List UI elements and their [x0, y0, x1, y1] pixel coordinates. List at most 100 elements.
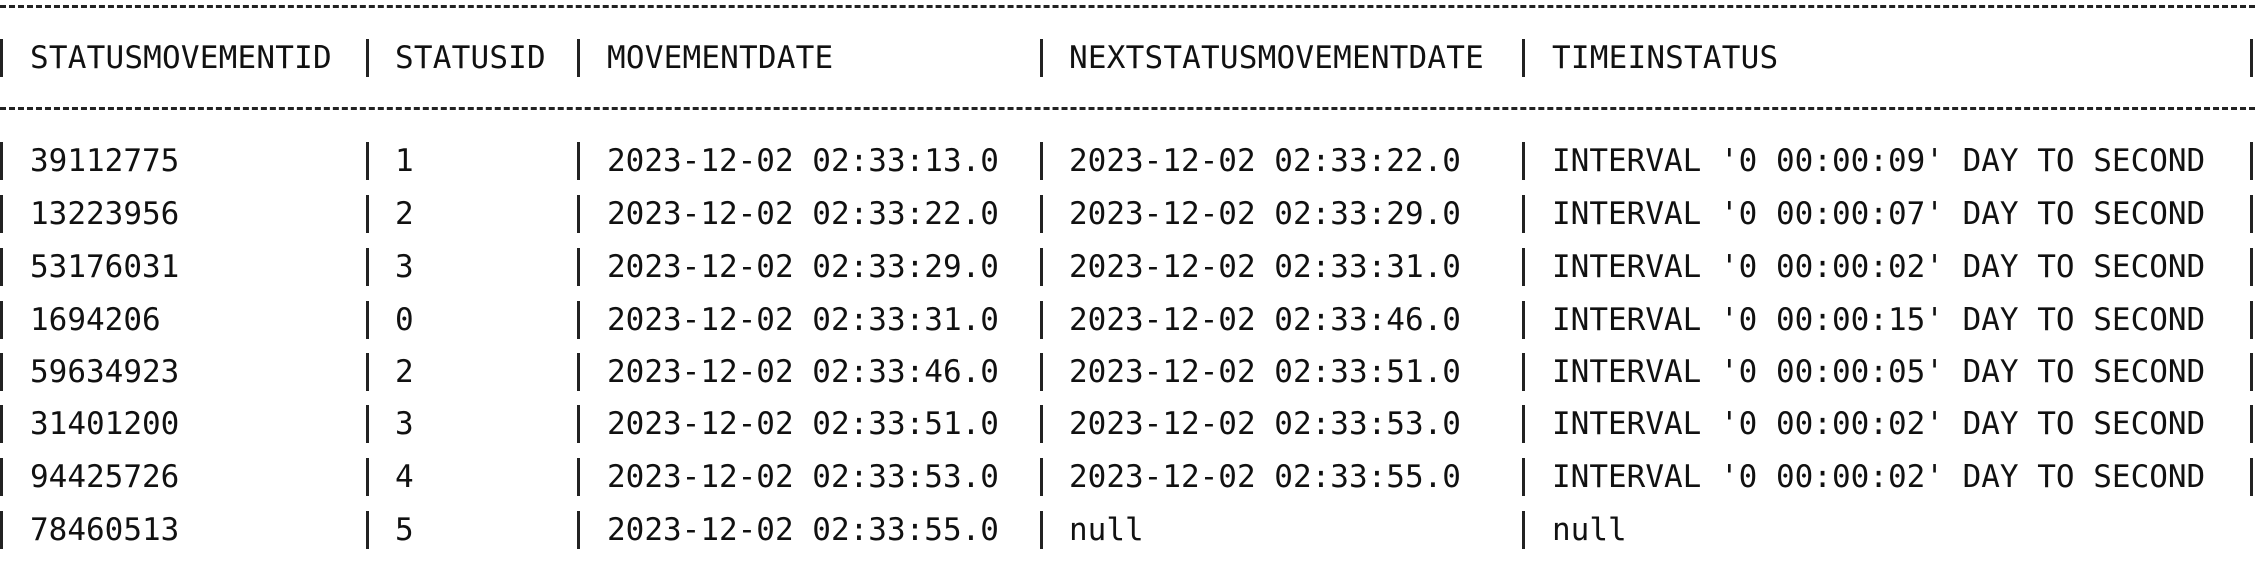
column-separator [1040, 353, 1043, 391]
table-row: 13223956 2 2023-12-02 02:33:22.0 2023-12… [0, 188, 2255, 240]
cell-movementdate: 2023-12-02 02:33:51.0 [607, 406, 999, 442]
cell-movementdate: 2023-12-02 02:33:29.0 [607, 249, 999, 285]
column-separator [577, 511, 580, 549]
column-separator [0, 458, 3, 496]
column-separator [366, 142, 369, 180]
column-separator [1522, 405, 1525, 443]
cell-statusid: 0 [395, 302, 414, 338]
cell-statusid: 1 [395, 143, 414, 179]
column-separator [1522, 301, 1525, 339]
column-separator [1522, 511, 1525, 549]
column-separator [1040, 405, 1043, 443]
column-separator [577, 458, 580, 496]
column-separator [577, 195, 580, 233]
cell-movementdate: 2023-12-02 02:33:22.0 [607, 196, 999, 232]
top-dashed-rule [0, 5, 2255, 8]
column-separator [0, 301, 3, 339]
cell-nextstatusmovementdate: 2023-12-02 02:33:29.0 [1069, 196, 1461, 232]
table-row: 94425726 4 2023-12-02 02:33:53.0 2023-12… [0, 451, 2255, 503]
column-separator [577, 353, 580, 391]
column-separator [1522, 248, 1525, 286]
column-separator [1040, 301, 1043, 339]
column-separator [2250, 248, 2253, 286]
cell-timeinstatus: INTERVAL '0 00:00:07' DAY TO SECOND [1552, 196, 2206, 232]
column-separator [366, 39, 369, 77]
cell-timeinstatus: INTERVAL '0 00:00:05' DAY TO SECOND [1552, 354, 2206, 390]
cell-timeinstatus: INTERVAL '0 00:00:02' DAY TO SECOND [1552, 459, 2206, 495]
column-separator [577, 142, 580, 180]
column-separator [577, 301, 580, 339]
column-separator [1522, 195, 1525, 233]
cell-nextstatusmovementdate: 2023-12-02 02:33:53.0 [1069, 406, 1461, 442]
column-separator [2250, 142, 2253, 180]
cell-movementdate: 2023-12-02 02:33:31.0 [607, 302, 999, 338]
cell-statusmovementid: 31401200 [30, 406, 180, 442]
cell-nextstatusmovementdate: 2023-12-02 02:33:51.0 [1069, 354, 1461, 390]
column-separator [0, 405, 3, 443]
column-separator [2250, 39, 2253, 77]
cell-statusid: 5 [395, 512, 414, 548]
column-separator [1040, 142, 1043, 180]
table-row: 53176031 3 2023-12-02 02:33:29.0 2023-12… [0, 241, 2255, 293]
column-separator [366, 458, 369, 496]
column-separator [0, 39, 3, 77]
cell-movementdate: 2023-12-02 02:33:46.0 [607, 354, 999, 390]
table-row: 39112775 1 2023-12-02 02:33:13.0 2023-12… [0, 135, 2255, 187]
cell-statusid: 3 [395, 406, 414, 442]
column-separator [1522, 39, 1525, 77]
cell-statusmovementid: 94425726 [30, 459, 180, 495]
cell-statusid: 2 [395, 354, 414, 390]
table-row: 1694206 0 2023-12-02 02:33:31.0 2023-12-… [0, 294, 2255, 346]
column-separator [366, 248, 369, 286]
header-statusid: STATUSID [395, 40, 546, 76]
column-separator [1522, 458, 1525, 496]
column-separator [366, 353, 369, 391]
cell-statusid: 4 [395, 459, 414, 495]
cell-timeinstatus: INTERVAL '0 00:00:02' DAY TO SECOND [1552, 249, 2206, 285]
column-separator [0, 511, 3, 549]
column-separator [366, 405, 369, 443]
cell-timeinstatus: INTERVAL '0 00:00:02' DAY TO SECOND [1552, 406, 2206, 442]
cell-timeinstatus: null [1552, 512, 1627, 548]
cell-timeinstatus: INTERVAL '0 00:00:15' DAY TO SECOND [1552, 302, 2206, 338]
column-separator [2250, 458, 2253, 496]
column-separator [577, 405, 580, 443]
cell-nextstatusmovementdate: 2023-12-02 02:33:22.0 [1069, 143, 1461, 179]
column-separator [1522, 353, 1525, 391]
cell-statusmovementid: 1694206 [30, 302, 161, 338]
table-row: 78460513 5 2023-12-02 02:33:55.0 null nu… [0, 504, 2255, 556]
column-separator [0, 353, 3, 391]
cell-statusmovementid: 53176031 [30, 249, 180, 285]
column-separator [366, 301, 369, 339]
column-separator [1040, 39, 1043, 77]
header-dashed-rule [0, 107, 2255, 110]
cell-nextstatusmovementdate: null [1069, 512, 1144, 548]
column-separator [1040, 248, 1043, 286]
cell-statusid: 2 [395, 196, 414, 232]
column-separator [1040, 511, 1043, 549]
cell-movementdate: 2023-12-02 02:33:55.0 [607, 512, 999, 548]
cell-nextstatusmovementdate: 2023-12-02 02:33:46.0 [1069, 302, 1461, 338]
column-separator [0, 195, 3, 233]
cell-movementdate: 2023-12-02 02:33:13.0 [607, 143, 999, 179]
query-result-table: STATUSMOVEMENTID STATUSID MOVEMENTDATE N… [0, 0, 2255, 562]
header-timeinstatus: TIMEINSTATUS [1552, 40, 1779, 76]
column-separator [1522, 142, 1525, 180]
column-separator [366, 195, 369, 233]
column-separator [577, 248, 580, 286]
header-row: STATUSMOVEMENTID STATUSID MOVEMENTDATE N… [0, 32, 2255, 84]
cell-statusmovementid: 78460513 [30, 512, 180, 548]
column-separator [1040, 195, 1043, 233]
cell-movementdate: 2023-12-02 02:33:53.0 [607, 459, 999, 495]
column-separator [2250, 405, 2253, 443]
column-separator [2250, 301, 2253, 339]
cell-statusmovementid: 39112775 [30, 143, 180, 179]
cell-nextstatusmovementdate: 2023-12-02 02:33:55.0 [1069, 459, 1461, 495]
column-separator [0, 142, 3, 180]
column-separator [0, 248, 3, 286]
cell-statusmovementid: 59634923 [30, 354, 180, 390]
cell-statusid: 3 [395, 249, 414, 285]
table-row: 31401200 3 2023-12-02 02:33:51.0 2023-12… [0, 398, 2255, 450]
column-separator [577, 39, 580, 77]
table-row: 59634923 2 2023-12-02 02:33:46.0 2023-12… [0, 346, 2255, 398]
